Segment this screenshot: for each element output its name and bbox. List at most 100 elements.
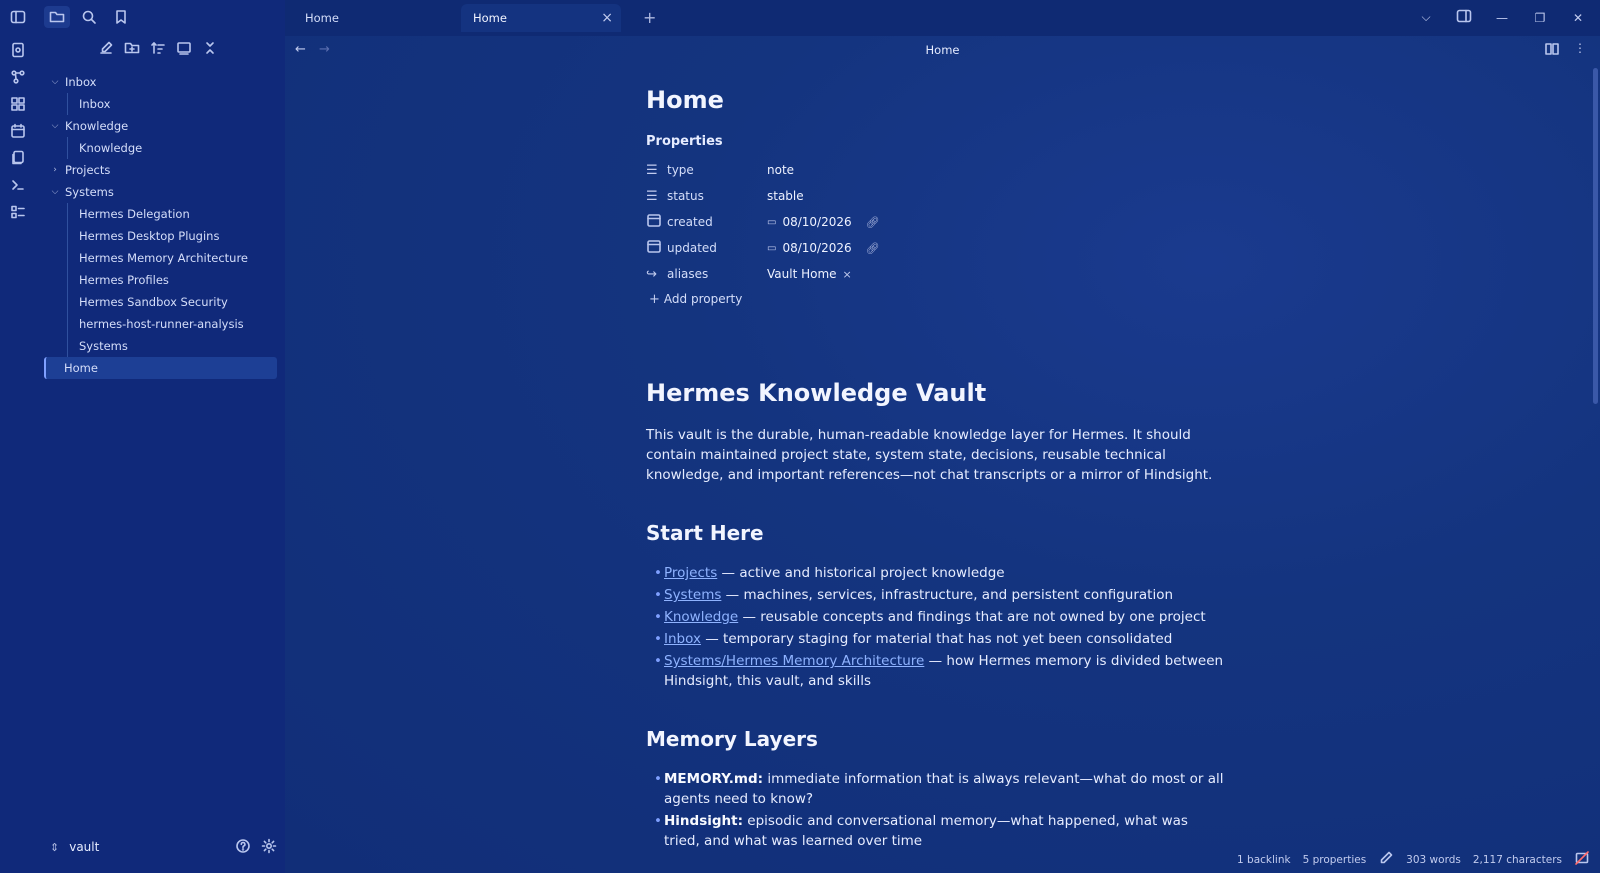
intro-paragraph: This vault is the durable, human-readabl… <box>646 427 1213 483</box>
file-hermes-profiles[interactable]: Hermes Profiles <box>44 269 277 291</box>
tab-list-chevron-icon[interactable]: ⌵ <box>1418 10 1434 25</box>
link-icon[interactable]: 🔗︎ <box>866 242 880 255</box>
link-systems[interactable]: Systems <box>664 587 721 603</box>
edit-pencil-icon[interactable] <box>1378 850 1394 869</box>
tab-bar: Home Home × + ⌵ — ❐ ✕ <box>285 0 1600 36</box>
terminal-icon[interactable] <box>9 176 27 194</box>
vault-switcher[interactable]: ⇕ vault <box>44 835 277 859</box>
sort-icon[interactable] <box>150 40 166 56</box>
text-icon: ☰ <box>646 188 658 204</box>
auto-reveal-icon[interactable] <box>176 40 192 56</box>
tab-home-1[interactable]: Home <box>293 4 453 32</box>
help-icon[interactable] <box>235 838 251 857</box>
alias-arrow-icon: ↪ <box>646 266 657 282</box>
folder-projects[interactable]: › Projects <box>44 159 277 181</box>
file-knowledge[interactable]: Knowledge <box>44 137 277 159</box>
file-inbox[interactable]: Inbox <box>44 93 277 115</box>
link-memory-architecture[interactable]: Systems/Hermes Memory Architecture <box>664 653 924 669</box>
list-item: Systems/Hermes Memory Architecture — how… <box>646 651 1226 691</box>
quick-switch-icon[interactable] <box>9 41 27 59</box>
property-aliases[interactable]: ↪ aliases Vault Home × <box>646 261 1226 287</box>
calendar-icon <box>646 212 667 232</box>
calendar-icon[interactable] <box>9 122 27 140</box>
property-type[interactable]: ☰ type note <box>646 157 1226 183</box>
close-window-icon[interactable]: ✕ <box>1570 11 1586 25</box>
file-hermes-host-runner-analysis[interactable]: hermes-host-runner-analysis <box>44 313 277 335</box>
search-tab-icon[interactable] <box>76 6 102 28</box>
folder-knowledge[interactable]: ⌵ Knowledge <box>44 115 277 137</box>
chevron-down-icon: ⌵ <box>51 77 59 87</box>
text-icon: ☰ <box>646 162 658 178</box>
settings-gear-icon[interactable] <box>261 838 277 857</box>
scrollbar[interactable] <box>1593 68 1598 404</box>
property-updated[interactable]: updated ▭ 08/10/2026 🔗︎ <box>646 235 1226 261</box>
file-home[interactable]: Home <box>44 357 277 379</box>
list-item: Projects — active and historical project… <box>646 563 1226 583</box>
more-options-icon[interactable]: ⋮ <box>1574 41 1586 60</box>
properties-heading[interactable]: Properties <box>646 134 1226 149</box>
restore-icon[interactable]: ❐ <box>1532 11 1548 25</box>
plus-icon: + <box>649 292 660 307</box>
tab-home-2[interactable]: Home × <box>461 4 621 32</box>
list-item: Hindsight: episodic and conversational m… <box>646 811 1226 851</box>
file-hermes-desktop-plugins[interactable]: Hermes Desktop Plugins <box>44 225 277 247</box>
files-tab-folder-icon[interactable] <box>44 6 70 28</box>
add-property-button[interactable]: + Add property <box>646 292 1226 307</box>
view-title[interactable]: Home <box>285 43 1600 57</box>
right-sidebar-toggle-icon[interactable] <box>1456 8 1472 27</box>
date-picker-icon[interactable]: ▭ <box>767 217 776 228</box>
ribbon <box>0 0 36 873</box>
new-note-icon[interactable] <box>98 40 114 56</box>
backlinks-count[interactable]: 1 backlink <box>1237 854 1291 866</box>
command-palette-icon[interactable] <box>9 203 27 221</box>
remove-alias-icon[interactable]: × <box>843 268 852 281</box>
reading-view-book-icon[interactable] <box>1544 41 1560 60</box>
main-editor-area: Home Home × + ⌵ — ❐ ✕ ← → Home ⋮ Home Pro… <box>285 0 1600 873</box>
link-icon[interactable]: 🔗︎ <box>866 216 880 229</box>
list-item: Systems — machines, services, infrastruc… <box>646 585 1226 605</box>
vault-switch-icon: ⇕ <box>50 840 60 854</box>
file-explorer-sidebar: ⌵ Inbox Inbox ⌵ Knowledge Knowledge › Proje… <box>36 0 285 873</box>
link-knowledge[interactable]: Knowledge <box>664 609 738 625</box>
heading-memory-layers: Memory Layers <box>646 727 818 751</box>
sync-disabled-icon[interactable] <box>1574 850 1590 869</box>
note-title[interactable]: Home <box>646 86 1226 114</box>
graph-view-icon[interactable] <box>9 68 27 86</box>
list-item: MEMORY.md: immediate information that is… <box>646 769 1226 809</box>
link-inbox[interactable]: Inbox <box>664 631 701 647</box>
heading-start-here: Start Here <box>646 521 764 545</box>
chevron-right-icon: › <box>53 165 57 175</box>
view-header: ← → Home ⋮ <box>285 36 1600 66</box>
vault-name: vault <box>69 840 100 854</box>
calendar-icon <box>646 238 667 258</box>
new-folder-icon[interactable] <box>124 40 140 56</box>
note-content: Home Properties ☰ type note ☰ status sta… <box>646 86 1226 853</box>
templates-icon[interactable] <box>9 149 27 167</box>
properties-count[interactable]: 5 properties <box>1303 854 1367 866</box>
file-hermes-memory-architecture[interactable]: Hermes Memory Architecture <box>44 247 277 269</box>
link-projects[interactable]: Projects <box>664 565 717 581</box>
folder-systems[interactable]: ⌵ Systems <box>44 181 277 203</box>
file-hermes-delegation[interactable]: Hermes Delegation <box>44 203 277 225</box>
close-tab-icon[interactable]: × <box>601 10 613 26</box>
property-status[interactable]: ☰ status stable <box>646 183 1226 209</box>
file-systems[interactable]: Systems <box>44 335 277 357</box>
start-here-list: Projects — active and historical project… <box>646 563 1226 691</box>
status-bar: 1 backlink 5 properties 303 words 2,117 … <box>1237 850 1590 869</box>
folder-inbox[interactable]: ⌵ Inbox <box>44 71 277 93</box>
sidebar-toggle-icon[interactable] <box>9 8 27 26</box>
file-hermes-sandbox-security[interactable]: Hermes Sandbox Security <box>44 291 277 313</box>
date-picker-icon[interactable]: ▭ <box>767 243 776 254</box>
property-created[interactable]: created ▭ 08/10/2026 🔗︎ <box>646 209 1226 235</box>
file-tree: ⌵ Inbox Inbox ⌵ Knowledge Knowledge › Proje… <box>44 71 277 379</box>
chevron-down-icon: ⌵ <box>51 187 59 197</box>
bookmarks-tab-icon[interactable] <box>108 6 134 28</box>
chevron-down-icon: ⌵ <box>51 121 59 131</box>
list-item: Knowledge — reusable concepts and findin… <box>646 607 1226 627</box>
word-count: 303 words <box>1406 853 1461 866</box>
canvas-icon[interactable] <box>9 95 27 113</box>
heading-vault: Hermes Knowledge Vault <box>646 379 987 407</box>
collapse-all-icon[interactable] <box>202 40 218 56</box>
new-tab-plus-icon[interactable]: + <box>643 8 656 27</box>
minimize-icon[interactable]: — <box>1494 11 1510 25</box>
